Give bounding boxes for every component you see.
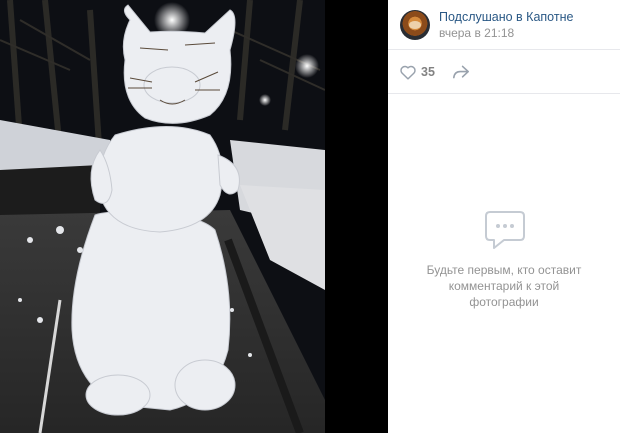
photo-viewer: Подслушано в Капотне вчера в 21:18 35 Бу… <box>0 0 620 433</box>
snow-cat-photo <box>0 0 388 433</box>
community-avatar[interactable] <box>400 9 430 40</box>
empty-comments-text: Будьте первым, кто оставит комментарий к… <box>426 263 582 309</box>
post-actions: 35 <box>388 50 620 94</box>
community-name-link[interactable]: Подслушано в Капотне <box>439 9 573 25</box>
post-meta: Подслушано в Капотне вчера в 21:18 <box>439 9 573 41</box>
share-button[interactable] <box>451 64 471 80</box>
post-time[interactable]: вчера в 21:18 <box>439 25 573 41</box>
heart-icon <box>400 65 416 80</box>
like-count: 35 <box>421 64 435 79</box>
share-arrow-icon <box>452 65 469 78</box>
photo[interactable] <box>0 0 388 433</box>
post-sidebar: Подслушано в Капотне вчера в 21:18 35 Бу… <box>388 0 620 433</box>
comment-bubble-icon <box>485 211 525 249</box>
post-header: Подслушано в Капотне вчера в 21:18 <box>388 0 620 50</box>
comments-placeholder: Будьте первым, кто оставит комментарий к… <box>388 94 620 433</box>
like-button[interactable]: 35 <box>399 64 435 80</box>
